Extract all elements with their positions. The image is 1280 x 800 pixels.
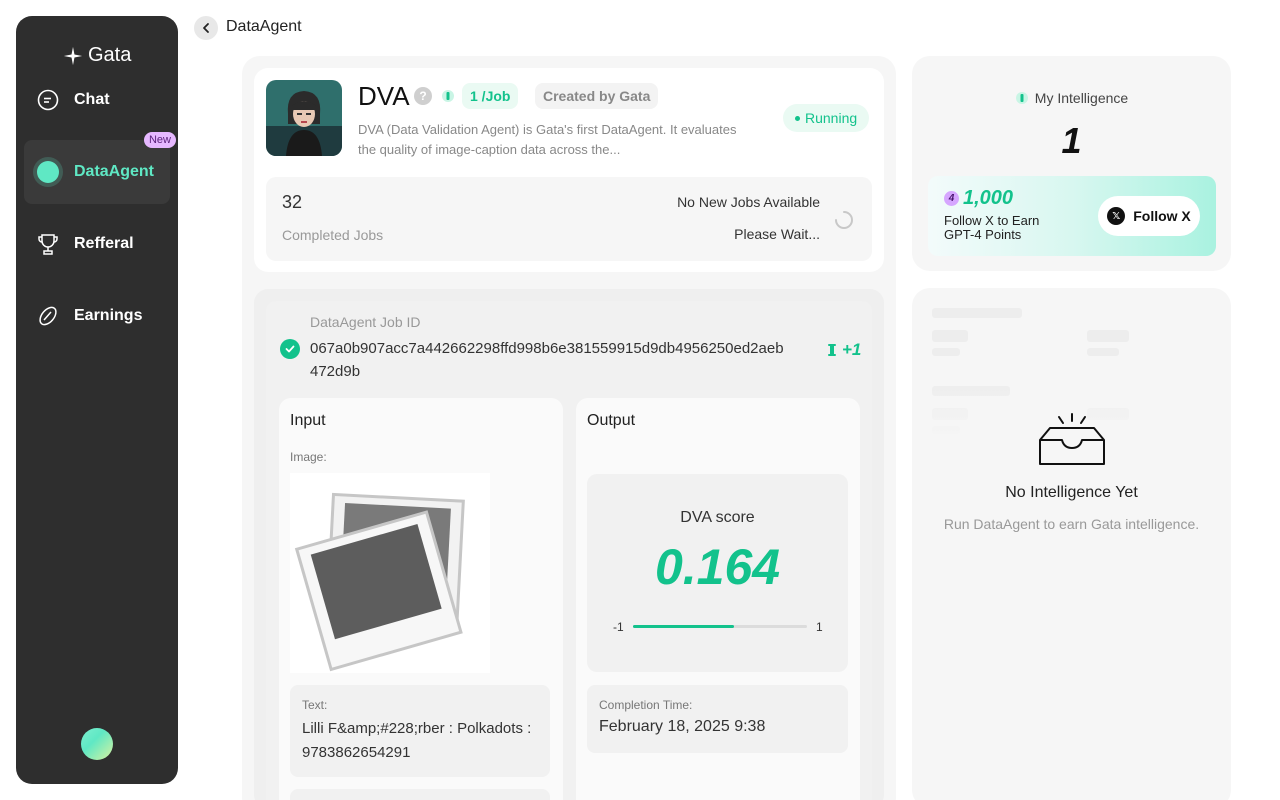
follow-x-button[interactable]: 𝕏 Follow X <box>1098 196 1200 236</box>
skeleton-line <box>932 330 968 342</box>
intelligence-label-row: My Intelligence <box>912 90 1231 106</box>
text-value: Lilli F&amp;#228;rber : Polkadots : 9783… <box>302 720 532 761</box>
sidebar: Gata Chat DataAgent New Refferal Earning… <box>16 16 178 784</box>
completion-label: Completion Time: <box>599 698 693 712</box>
intelligence-list-card <box>912 288 1231 800</box>
page-title: DataAgent <box>226 18 302 35</box>
stats-box <box>266 177 872 261</box>
back-button[interactable] <box>194 16 218 40</box>
job-id-label: DataAgent Job ID <box>310 314 421 330</box>
agent-description: DVA (Data Validation Agent) is Gata's fi… <box>358 122 737 157</box>
follow-text-line1: Follow X to Earn <box>944 213 1040 228</box>
chat-bubble-icon <box>36 88 60 112</box>
empty-title: No Intelligence Yet <box>1005 484 1138 501</box>
image-label: Image: <box>290 450 327 464</box>
sidebar-item-label: Chat <box>74 91 110 108</box>
intelligence-icon <box>442 90 454 102</box>
price-per-job: 1 /Job <box>462 83 519 109</box>
input-title: Input <box>290 412 326 429</box>
intelligence-icon <box>828 344 836 356</box>
sidebar-item-label: Refferal <box>74 235 134 252</box>
follow-text: Follow X to Earn GPT-4 Points <box>944 214 1039 242</box>
follow-points-value: 1,000 <box>963 187 1014 209</box>
completed-jobs-label: Completed Jobs <box>282 227 384 243</box>
skeleton-line <box>1087 330 1129 342</box>
sidebar-item-label: Earnings <box>74 307 143 324</box>
intelligence-icon <box>1015 92 1028 104</box>
image-placeholder[interactable] <box>290 473 490 673</box>
score-value: 0.164 <box>654 539 781 595</box>
agent-name: DVA <box>358 81 410 111</box>
gpt4-points-icon: 4 <box>944 191 959 206</box>
sidebar-item-label: DataAgent <box>74 163 155 180</box>
empty-inbox-icon <box>1039 413 1105 465</box>
follow-points: 4 1,000 <box>944 187 1013 210</box>
sidebar-item-chat[interactable]: Chat <box>24 68 170 132</box>
job-id-value: 067a0b907acc7a442662298ffd998b6e38155991… <box>310 340 784 380</box>
empty-subtitle: Run DataAgent to earn Gata intelligence. <box>943 516 1200 532</box>
status-dot-icon <box>36 160 60 184</box>
gata-logo[interactable]: Gata <box>62 44 131 67</box>
intelligence-value: 1 <box>1061 120 1082 161</box>
job-status-subtext: Please Wait... <box>734 226 820 242</box>
reward-value: +1 <box>842 340 862 359</box>
job-reward: +1 <box>826 340 861 360</box>
skeleton-line <box>1087 348 1119 356</box>
text-label: Text: <box>302 698 328 712</box>
follow-button-label: Follow X <box>1133 208 1191 224</box>
job-status-text: No New Jobs Available <box>677 194 820 210</box>
trophy-icon <box>36 232 60 256</box>
status-text: Running <box>805 110 858 126</box>
broken-image-icon <box>294 492 465 672</box>
logo-text: Gata <box>88 44 132 66</box>
sidebar-item-refferal[interactable]: Refferal <box>24 212 170 276</box>
skeleton-line <box>932 348 960 356</box>
loading-spinner-icon <box>835 211 853 229</box>
sidebar-item-dataagent[interactable]: DataAgent New <box>24 132 176 204</box>
intelligence-label: My Intelligence <box>1034 90 1129 106</box>
score-bar <box>633 625 807 628</box>
new-badge: New <box>143 132 176 148</box>
chevron-left-icon <box>203 23 209 33</box>
status-badge: Running <box>783 104 870 132</box>
sparkle-logo-icon <box>63 46 83 65</box>
sidebar-item-earnings[interactable]: Earnings <box>24 284 170 348</box>
score-max: 1 <box>816 620 823 634</box>
skeleton-line <box>932 308 1022 318</box>
x-logo-icon: 𝕏 <box>1107 207 1126 225</box>
text-box-secondary <box>290 789 550 800</box>
check-icon <box>280 339 300 359</box>
score-min: -1 <box>613 620 624 634</box>
score-label: DVA score <box>680 509 755 526</box>
output-title: Output <box>587 412 636 429</box>
help-icon[interactable]: ? <box>414 87 432 105</box>
score-bar-fill <box>633 625 735 628</box>
creator-pill: Created by Gata <box>535 83 659 109</box>
completed-jobs-count: 32 <box>282 192 303 212</box>
running-dot-icon <box>795 115 800 121</box>
follow-text-line2: GPT-4 Points <box>944 227 1022 242</box>
user-avatar[interactable] <box>81 728 113 760</box>
completion-time: February 18, 2025 9:38 <box>599 718 766 735</box>
coin-icon <box>36 304 60 328</box>
agent-avatar <box>266 80 342 156</box>
